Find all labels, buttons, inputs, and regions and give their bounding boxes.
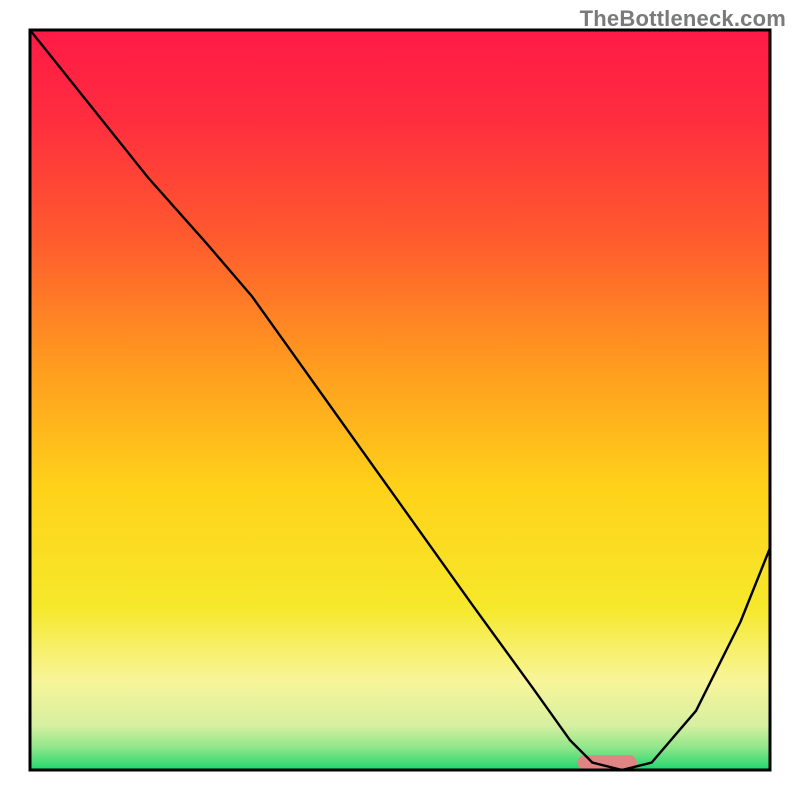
chart-svg [0, 0, 800, 800]
gradient-background [30, 30, 770, 770]
bottleneck-chart: TheBottleneck.com [0, 0, 800, 800]
plot-area [30, 30, 770, 770]
watermark-text: TheBottleneck.com [580, 6, 786, 32]
